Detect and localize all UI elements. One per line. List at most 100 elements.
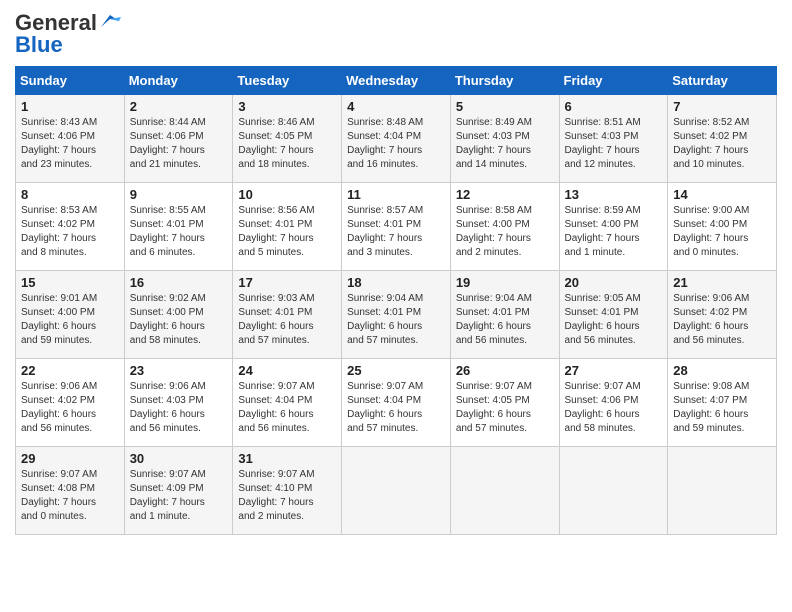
day-info: Sunrise: 8:53 AMSunset: 4:02 PMDaylight:…: [21, 204, 119, 260]
calendar-cell: 10 Sunrise: 8:56 AMSunset: 4:01 PMDayligh…: [233, 183, 342, 271]
calendar-cell: 16 Sunrise: 9:02 AMSunset: 4:00 PMDayligh…: [124, 271, 233, 359]
day-number: 3: [238, 99, 336, 114]
calendar-cell: 31Sunrise: 9:07 AMSunset: 4:10 PMDayligh…: [233, 447, 342, 535]
day-number: 25: [347, 363, 445, 378]
calendar-cell: 1 Sunrise: 8:43 AMSunset: 4:06 PMDaylight…: [16, 95, 125, 183]
day-info: Sunrise: 9:07 AMSunset: 4:04 PMDaylight:…: [347, 380, 445, 436]
calendar-cell: 17Sunrise: 9:03 AMSunset: 4:01 PMDayligh…: [233, 271, 342, 359]
calendar-cell: 26Sunrise: 9:07 AMSunset: 4:05 PMDayligh…: [450, 359, 559, 447]
calendar-cell: 4 Sunrise: 8:48 AMSunset: 4:04 PMDaylight…: [342, 95, 451, 183]
day-number: 10: [238, 187, 336, 202]
calendar-cell: 21Sunrise: 9:06 AMSunset: 4:02 PMDayligh…: [668, 271, 777, 359]
day-info: Sunrise: 8:48 AMSunset: 4:04 PMDaylight:…: [347, 116, 445, 172]
day-info: Sunrise: 9:03 AMSunset: 4:01 PMDaylight:…: [238, 292, 336, 348]
logo-bird-icon: [99, 13, 121, 29]
day-info: Sunrise: 8:57 AMSunset: 4:01 PMDaylight:…: [347, 204, 445, 260]
weekday-header-friday: Friday: [559, 67, 668, 95]
day-number: 12: [456, 187, 554, 202]
day-info: Sunrise: 8:43 AMSunset: 4:06 PMDaylight:…: [21, 116, 119, 172]
calendar-cell: 28Sunrise: 9:08 AMSunset: 4:07 PMDayligh…: [668, 359, 777, 447]
logo: General Blue: [15, 10, 121, 58]
calendar-cell: 11 Sunrise: 8:57 AMSunset: 4:01 PMDayligh…: [342, 183, 451, 271]
calendar-cell: 22 Sunrise: 9:06 AMSunset: 4:02 PMDayligh…: [16, 359, 125, 447]
day-number: 19: [456, 275, 554, 290]
calendar-week-5: 29Sunrise: 9:07 AMSunset: 4:08 PMDayligh…: [16, 447, 777, 535]
calendar-cell: 5Sunrise: 8:49 AMSunset: 4:03 PMDaylight…: [450, 95, 559, 183]
weekday-header-monday: Monday: [124, 67, 233, 95]
day-info: Sunrise: 9:02 AMSunset: 4:00 PMDaylight:…: [130, 292, 228, 348]
day-number: 28: [673, 363, 771, 378]
day-number: 2: [130, 99, 228, 114]
day-info: Sunrise: 8:55 AMSunset: 4:01 PMDaylight:…: [130, 204, 228, 260]
day-number: 20: [565, 275, 663, 290]
weekday-header-sunday: Sunday: [16, 67, 125, 95]
calendar-cell: 23 Sunrise: 9:06 AMSunset: 4:03 PMDayligh…: [124, 359, 233, 447]
header: General Blue: [15, 10, 777, 58]
day-number: 6: [565, 99, 663, 114]
calendar-cell: 3 Sunrise: 8:46 AMSunset: 4:05 PMDaylight…: [233, 95, 342, 183]
day-number: 4: [347, 99, 445, 114]
weekday-header-wednesday: Wednesday: [342, 67, 451, 95]
day-info: Sunrise: 8:44 AMSunset: 4:06 PMDaylight:…: [130, 116, 228, 172]
day-number: 1: [21, 99, 119, 114]
calendar-cell: 18Sunrise: 9:04 AMSunset: 4:01 PMDayligh…: [342, 271, 451, 359]
calendar-cell: [342, 447, 451, 535]
day-number: 30: [130, 451, 228, 466]
calendar-week-3: 15 Sunrise: 9:01 AMSunset: 4:00 PMDayligh…: [16, 271, 777, 359]
day-info: Sunrise: 8:51 AMSunset: 4:03 PMDaylight:…: [565, 116, 663, 172]
calendar-cell: 2 Sunrise: 8:44 AMSunset: 4:06 PMDaylight…: [124, 95, 233, 183]
calendar-week-4: 22 Sunrise: 9:06 AMSunset: 4:02 PMDayligh…: [16, 359, 777, 447]
calendar-table: SundayMondayTuesdayWednesdayThursdayFrid…: [15, 66, 777, 535]
calendar-cell: 8 Sunrise: 8:53 AMSunset: 4:02 PMDaylight…: [16, 183, 125, 271]
calendar-cell: 25 Sunrise: 9:07 AMSunset: 4:04 PMDayligh…: [342, 359, 451, 447]
day-info: Sunrise: 9:06 AMSunset: 4:02 PMDaylight:…: [21, 380, 119, 436]
calendar-cell: [559, 447, 668, 535]
calendar-cell: 19 Sunrise: 9:04 AMSunset: 4:01 PMDayligh…: [450, 271, 559, 359]
day-number: 11: [347, 187, 445, 202]
calendar-cell: [450, 447, 559, 535]
calendar-cell: 7 Sunrise: 8:52 AMSunset: 4:02 PMDaylight…: [668, 95, 777, 183]
day-info: Sunrise: 9:07 AMSunset: 4:05 PMDaylight:…: [456, 380, 554, 436]
day-number: 16: [130, 275, 228, 290]
day-info: Sunrise: 9:01 AMSunset: 4:00 PMDaylight:…: [21, 292, 119, 348]
day-number: 9: [130, 187, 228, 202]
day-info: Sunrise: 9:00 AMSunset: 4:00 PMDaylight:…: [673, 204, 771, 260]
day-info: Sunrise: 9:06 AMSunset: 4:02 PMDaylight:…: [673, 292, 771, 348]
day-info: Sunrise: 9:04 AMSunset: 4:01 PMDaylight:…: [347, 292, 445, 348]
day-info: Sunrise: 9:04 AMSunset: 4:01 PMDaylight:…: [456, 292, 554, 348]
day-info: Sunrise: 9:07 AMSunset: 4:08 PMDaylight:…: [21, 468, 119, 524]
weekday-header-tuesday: Tuesday: [233, 67, 342, 95]
day-info: Sunrise: 8:59 AMSunset: 4:00 PMDaylight:…: [565, 204, 663, 260]
calendar-cell: 30 Sunrise: 9:07 AMSunset: 4:09 PMDayligh…: [124, 447, 233, 535]
day-number: 27: [565, 363, 663, 378]
calendar-header-row: SundayMondayTuesdayWednesdayThursdayFrid…: [16, 67, 777, 95]
day-info: Sunrise: 8:52 AMSunset: 4:02 PMDaylight:…: [673, 116, 771, 172]
day-number: 22: [21, 363, 119, 378]
day-number: 24: [238, 363, 336, 378]
calendar-cell: 20Sunrise: 9:05 AMSunset: 4:01 PMDayligh…: [559, 271, 668, 359]
calendar-cell: 29Sunrise: 9:07 AMSunset: 4:08 PMDayligh…: [16, 447, 125, 535]
day-info: Sunrise: 9:06 AMSunset: 4:03 PMDaylight:…: [130, 380, 228, 436]
day-number: 5: [456, 99, 554, 114]
day-number: 23: [130, 363, 228, 378]
day-info: Sunrise: 9:07 AMSunset: 4:06 PMDaylight:…: [565, 380, 663, 436]
weekday-header-thursday: Thursday: [450, 67, 559, 95]
day-info: Sunrise: 9:07 AMSunset: 4:04 PMDaylight:…: [238, 380, 336, 436]
day-number: 8: [21, 187, 119, 202]
page-container: General Blue SundayMondayTuesdayWednesda…: [0, 0, 792, 545]
logo-blue-text: Blue: [15, 32, 63, 58]
day-number: 15: [21, 275, 119, 290]
calendar-cell: 27 Sunrise: 9:07 AMSunset: 4:06 PMDayligh…: [559, 359, 668, 447]
day-info: Sunrise: 9:07 AMSunset: 4:09 PMDaylight:…: [130, 468, 228, 524]
calendar-cell: 9 Sunrise: 8:55 AMSunset: 4:01 PMDaylight…: [124, 183, 233, 271]
day-number: 7: [673, 99, 771, 114]
day-info: Sunrise: 8:46 AMSunset: 4:05 PMDaylight:…: [238, 116, 336, 172]
day-number: 14: [673, 187, 771, 202]
day-info: Sunrise: 8:56 AMSunset: 4:01 PMDaylight:…: [238, 204, 336, 260]
calendar-cell: [668, 447, 777, 535]
day-info: Sunrise: 8:58 AMSunset: 4:00 PMDaylight:…: [456, 204, 554, 260]
calendar-cell: 24 Sunrise: 9:07 AMSunset: 4:04 PMDayligh…: [233, 359, 342, 447]
calendar-cell: 12 Sunrise: 8:58 AMSunset: 4:00 PMDayligh…: [450, 183, 559, 271]
day-info: Sunrise: 9:07 AMSunset: 4:10 PMDaylight:…: [238, 468, 336, 524]
calendar-week-1: 1 Sunrise: 8:43 AMSunset: 4:06 PMDaylight…: [16, 95, 777, 183]
